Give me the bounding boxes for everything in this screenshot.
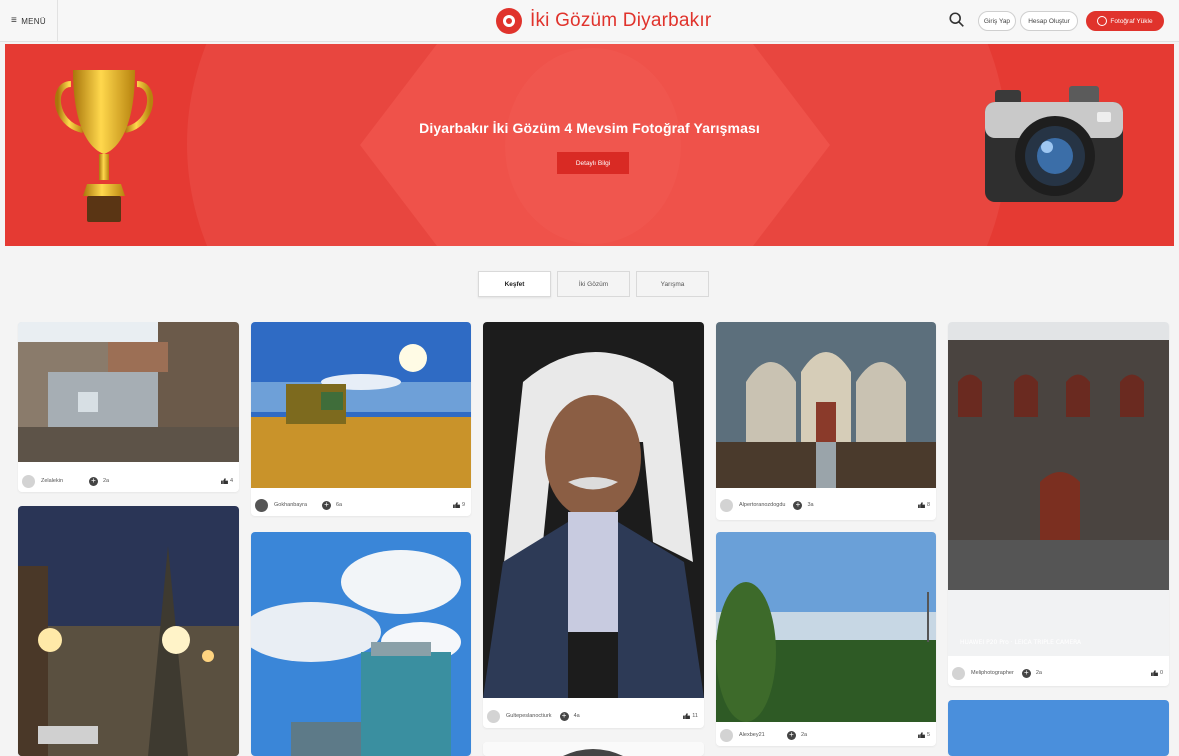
brand-logo[interactable]: İki Gözüm Diyarbakır: [496, 7, 711, 35]
feed-tabs: Keşfet İki Gözüm Yarışma: [478, 271, 709, 297]
photo-meta: Alexbey21 + 2a 5: [716, 724, 936, 746]
photo-card[interactable]: [483, 742, 704, 756]
upload-label: Fotoğraf Yükle: [1110, 17, 1153, 25]
photo-foggy-street-night: [18, 506, 239, 756]
photo-green-field: [716, 532, 936, 722]
banner-bg-iris: [505, 48, 681, 244]
photo-card[interactable]: [18, 506, 239, 756]
avatar[interactable]: [720, 498, 733, 512]
hero-banner: Diyarbakır İki Gözüm 4 Mevsim Fotoğraf Y…: [5, 44, 1174, 246]
photo-meta: Alpertoranozdogdu + 3a 8: [716, 494, 936, 516]
tab-iki-gozum[interactable]: İki Gözüm: [557, 271, 630, 297]
photo-card[interactable]: Alpertoranozdogdu + 3a 8: [716, 322, 936, 520]
username[interactable]: Zelalekin: [41, 478, 81, 484]
avatar[interactable]: [255, 498, 268, 512]
like-count: 0: [1159, 670, 1163, 676]
thumbs-up-icon: [683, 713, 691, 719]
eye-icon: [1097, 16, 1108, 26]
photo-meta: Gultepeslanoctiurk + 4a 11: [483, 705, 704, 727]
username[interactable]: Gultepeslanoctiurk: [506, 713, 552, 719]
like-count: 8: [926, 502, 930, 508]
photo-elderly-man-portrait: [483, 322, 704, 698]
thumbs-up-icon: [918, 502, 925, 508]
like-button[interactable]: 0: [1151, 670, 1163, 676]
like-count: 9: [461, 502, 465, 508]
username[interactable]: Alpertoranozdogdu: [739, 502, 785, 508]
login-button[interactable]: Giriş Yap: [978, 11, 1016, 31]
photo-card[interactable]: [251, 532, 471, 756]
camera-icon: [985, 86, 1123, 202]
post-age: 2a: [1035, 670, 1042, 676]
photo-wheat-harvest: [251, 322, 471, 488]
post-age: 3a: [807, 502, 814, 508]
like-button[interactable]: 4: [221, 478, 233, 484]
hamburger-icon: ≡: [11, 15, 18, 26]
post-age: 2a: [801, 732, 808, 738]
username[interactable]: Meliphotographer: [971, 670, 1014, 676]
eye-logo-icon: [496, 8, 522, 34]
upload-photo-button[interactable]: Fotoğraf Yükle: [1086, 11, 1164, 31]
menu-label: MENÜ: [21, 16, 46, 26]
avatar[interactable]: [22, 474, 35, 488]
username[interactable]: Alexbey21: [739, 732, 779, 738]
follow-plus-icon[interactable]: +: [89, 476, 98, 486]
avatar[interactable]: [720, 728, 733, 742]
photo-ruined-building: [18, 322, 239, 462]
like-button[interactable]: 9: [453, 502, 465, 508]
top-header: ≡ MENÜ İki Gözüm Diyarbakır Giriş Yap He…: [0, 0, 1179, 42]
photo-card[interactable]: Gultepeslanoctiurk + 4a 11: [483, 322, 704, 728]
menu-button[interactable]: ≡ MENÜ: [0, 0, 58, 42]
like-button[interactable]: 8: [918, 502, 930, 508]
post-age: 6a: [336, 502, 343, 508]
photo-card[interactable]: Zelalekin + 2a 4: [18, 322, 239, 492]
avatar[interactable]: [952, 666, 965, 680]
thumbs-up-icon: [918, 732, 925, 738]
follow-plus-icon[interactable]: +: [787, 730, 796, 740]
like-button[interactable]: 5: [918, 732, 930, 738]
avatar[interactable]: [487, 709, 500, 723]
follow-plus-icon[interactable]: +: [322, 500, 331, 510]
trophy-icon: [54, 70, 154, 222]
photo-card[interactable]: [948, 700, 1169, 756]
photo-card[interactable]: Gokhanbayra + 6a 9: [251, 322, 471, 516]
tab-kesfet[interactable]: Keşfet: [478, 271, 551, 297]
follow-plus-icon[interactable]: +: [793, 500, 803, 510]
tab-yarisma[interactable]: Yarışma: [636, 271, 709, 297]
thumbs-up-icon: [1151, 670, 1158, 676]
photo-meta: Zelalekin + 2a 4: [18, 470, 239, 492]
post-age: 4a: [573, 713, 580, 719]
register-button[interactable]: Hesap Oluştur: [1020, 11, 1078, 31]
photo-watermark: HUAWEI P20 Pro · LEICA TRIPLE CAMERA: [960, 639, 1082, 646]
follow-plus-icon[interactable]: +: [1021, 668, 1031, 678]
search-icon[interactable]: [948, 10, 966, 30]
photo-building-clouds: [251, 532, 471, 756]
like-count: 5: [926, 732, 930, 738]
photo-meta: Meliphotographer + 2a 0: [948, 662, 1169, 684]
follow-plus-icon[interactable]: +: [559, 711, 569, 721]
thumbs-up-icon: [453, 502, 460, 508]
photo-card[interactable]: Alexbey21 + 2a 5: [716, 532, 936, 746]
photo-partial: [483, 742, 704, 756]
like-button[interactable]: 11: [683, 713, 698, 719]
like-count: 4: [229, 478, 233, 484]
like-count: 11: [692, 713, 698, 719]
details-button[interactable]: Detaylı Bilgi: [557, 152, 629, 174]
photo-meta: Gokhanbayra + 6a 9: [251, 494, 471, 516]
post-age: 2a: [103, 478, 110, 484]
username[interactable]: Gokhanbayra: [274, 502, 314, 508]
photo-card[interactable]: HUAWEI P20 Pro · LEICA TRIPLE CAMERA Mel…: [948, 322, 1169, 686]
photo-blue-sky: [948, 700, 1169, 756]
brand-title: İki Gözüm Diyarbakır: [530, 10, 712, 31]
thumbs-up-icon: [221, 478, 228, 484]
photo-basalt-building-snow: HUAWEI P20 Pro · LEICA TRIPLE CAMERA: [948, 322, 1169, 656]
photo-church-interior: [716, 322, 936, 488]
